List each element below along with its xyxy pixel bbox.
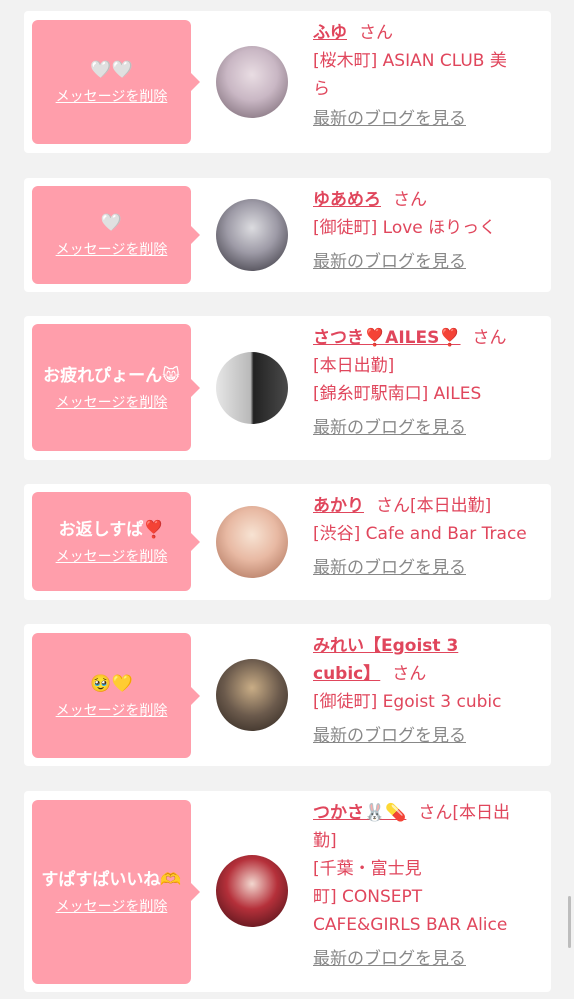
user-info: ゆあめろ さん [御徒町] Love ほりっく 最新のブログを見る bbox=[313, 186, 543, 276]
honorific: さん bbox=[359, 23, 393, 43]
user-name-link[interactable]: つかさ🐰💊 bbox=[313, 803, 406, 823]
delete-message-link[interactable]: メッセージを削除 bbox=[56, 896, 168, 916]
avatar[interactable] bbox=[216, 506, 288, 578]
message-bubble: 🥹💛 メッセージを削除 bbox=[32, 633, 200, 758]
delete-message-link[interactable]: メッセージを削除 bbox=[56, 700, 168, 720]
avatar[interactable] bbox=[216, 659, 288, 731]
message-text: 🤍 bbox=[100, 213, 123, 233]
shop-line: 町] CONSEPT bbox=[313, 887, 423, 907]
delete-message-link[interactable]: メッセージを削除 bbox=[56, 392, 168, 412]
message-card: 🤍 メッセージを削除 ゆあめろ さん [御徒町] Love ほりっく 最新のブログ… bbox=[24, 178, 551, 292]
message-text: すぱすぱいいね🫶 bbox=[41, 870, 182, 890]
message-card: すぱすぱいいね🫶 メッセージを削除 つかさ🐰💊 さん[本日出 勤] [千葉・富士見… bbox=[24, 791, 551, 992]
message-card: 🤍🤍 メッセージを削除 ふゆ さん [桜木町] ASIAN CLUB 美 ら 最新… bbox=[24, 11, 551, 153]
message-bubble: 🤍 メッセージを削除 bbox=[32, 186, 200, 284]
shop-line: ら bbox=[313, 79, 330, 99]
shop-line: [渋谷] Cafe and Bar Trace bbox=[313, 524, 527, 544]
user-info: つかさ🐰💊 さん[本日出 勤] [千葉・富士見 町] CONSEPT CAFE&G… bbox=[313, 799, 543, 973]
shop-line: CAFE&GIRLS BAR Alice bbox=[313, 915, 508, 935]
message-text: 🤍🤍 bbox=[90, 60, 133, 80]
shop-line: [本日出勤] bbox=[313, 356, 395, 376]
avatar[interactable] bbox=[216, 352, 288, 424]
shop-line: [錦糸町駅南口] AILES bbox=[313, 384, 482, 404]
scrollbar-thumb[interactable] bbox=[568, 896, 571, 948]
honorific: さん bbox=[393, 190, 427, 210]
honorific: さん bbox=[392, 664, 427, 684]
delete-message-link[interactable]: メッセージを削除 bbox=[56, 546, 168, 566]
message-bubble: お返しすぱ❣️ メッセージを削除 bbox=[32, 492, 200, 591]
message-bubble: すぱすぱいいね🫶 メッセージを削除 bbox=[32, 800, 200, 984]
user-info: ふゆ さん [桜木町] ASIAN CLUB 美 ら 最新のブログを見る bbox=[313, 19, 543, 133]
message-card: お疲れぴょーん😸 メッセージを削除 さつき❣️AILES❣️ さん [本日出勤] … bbox=[24, 316, 551, 460]
latest-blog-link[interactable]: 最新のブログを見る bbox=[313, 252, 466, 272]
user-name-link[interactable]: みれい【Egoist 3 cubic】 bbox=[313, 636, 458, 684]
user-name-link[interactable]: ふゆ bbox=[313, 23, 347, 43]
avatar[interactable] bbox=[216, 199, 288, 271]
message-text: お疲れぴょーん😸 bbox=[43, 365, 180, 386]
message-card: お返しすぱ❣️ メッセージを削除 あかり さん[本日出勤] [渋谷] Cafe a… bbox=[24, 484, 551, 600]
user-info: さつき❣️AILES❣️ さん [本日出勤] [錦糸町駅南口] AILES 最新の… bbox=[313, 324, 543, 442]
latest-blog-link[interactable]: 最新のブログを見る bbox=[313, 726, 466, 746]
user-name-link[interactable]: さつき❣️AILES❣️ bbox=[313, 328, 461, 348]
latest-blog-link[interactable]: 最新のブログを見る bbox=[313, 418, 466, 438]
honorific: さん bbox=[472, 328, 507, 348]
avatar[interactable] bbox=[216, 46, 288, 118]
delete-message-link[interactable]: メッセージを削除 bbox=[56, 86, 168, 106]
honorific: さん[本日出勤] bbox=[376, 496, 492, 516]
user-name-link[interactable]: あかり bbox=[313, 496, 364, 516]
shop-line: 勤] bbox=[313, 831, 337, 851]
user-info: みれい【Egoist 3 cubic】 さん [御徒町] Egoist 3 cub… bbox=[313, 632, 543, 750]
message-bubble: お疲れぴょーん😸 メッセージを削除 bbox=[32, 324, 200, 451]
latest-blog-link[interactable]: 最新のブログを見る bbox=[313, 949, 466, 969]
shop-line: [桜木町] ASIAN CLUB 美 bbox=[313, 51, 507, 71]
latest-blog-link[interactable]: 最新のブログを見る bbox=[313, 558, 466, 578]
latest-blog-link[interactable]: 最新のブログを見る bbox=[313, 109, 466, 129]
shop-line: [御徒町] Egoist 3 cubic bbox=[313, 692, 502, 712]
user-info: あかり さん[本日出勤] [渋谷] Cafe and Bar Trace 最新のブ… bbox=[313, 492, 543, 582]
message-card: 🥹💛 メッセージを削除 みれい【Egoist 3 cubic】 さん [御徒町] … bbox=[24, 624, 551, 766]
message-bubble: 🤍🤍 メッセージを削除 bbox=[32, 20, 200, 144]
shop-line: [千葉・富士見 bbox=[313, 859, 422, 879]
message-text: 🥹💛 bbox=[90, 673, 133, 694]
delete-message-link[interactable]: メッセージを削除 bbox=[56, 239, 168, 259]
shop-line: [御徒町] Love ほりっく bbox=[313, 218, 497, 238]
message-text: お返しすぱ❣️ bbox=[58, 519, 165, 540]
avatar[interactable] bbox=[216, 855, 288, 927]
user-name-link[interactable]: ゆあめろ bbox=[313, 190, 381, 210]
honorific: さん[本日出 bbox=[418, 803, 510, 823]
